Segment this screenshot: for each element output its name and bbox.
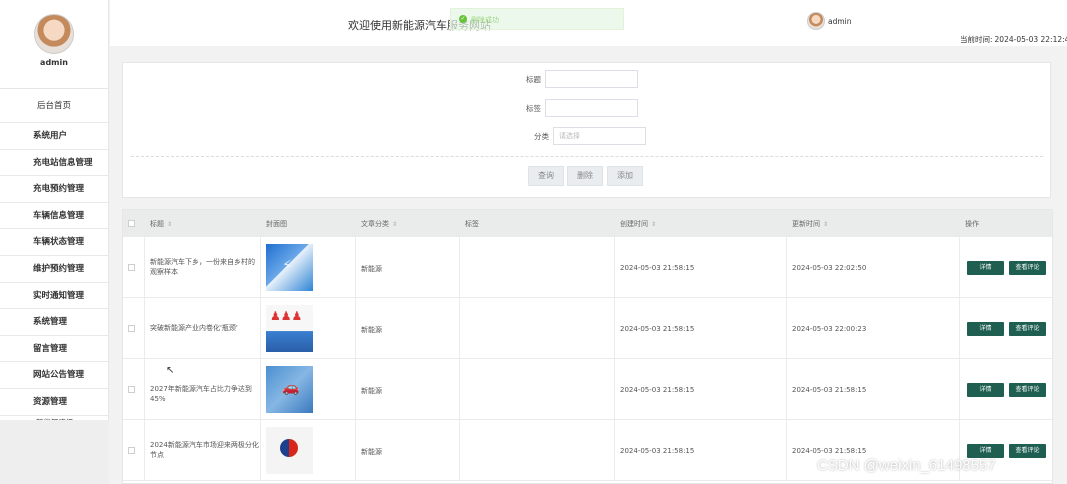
row-title: 新能源汽车下乡，一份来自乡村的观察样本 [150, 258, 255, 276]
profile-username: admin [40, 58, 68, 67]
cover-image: ⚡ [266, 244, 313, 291]
column-category[interactable]: 文章分类 ⇕ [361, 219, 397, 229]
header-username[interactable]: admin [828, 17, 852, 26]
sidebar-item-announcements[interactable]: 网站公告管理 [0, 362, 108, 389]
car-charging-icon: ⚡ [282, 258, 292, 274]
sidebar-item-system-admin[interactable]: 系统管理 [0, 309, 108, 336]
row-created: 2024-05-03 21:58:15 [620, 325, 695, 333]
sidebar-item-maintenance[interactable]: 维护预约管理 [0, 256, 108, 283]
category-select[interactable] [553, 127, 646, 145]
sidebar-item-system-users[interactable]: 系统用户 [0, 123, 108, 150]
category-label: 分类 [534, 132, 549, 141]
car-icon: 🚗 [282, 380, 300, 396]
table-row: 新能源汽车下乡，一份来自乡村的观察样本 ⚡ 新能源 2024-05-03 21:… [123, 237, 1052, 298]
sidebar-item-notifications[interactable]: 实时通知管理 [0, 283, 108, 310]
category-field-row: 分类 [534, 127, 646, 145]
row-category: 新能源 [361, 448, 382, 456]
query-button[interactable]: 查询 [528, 166, 564, 186]
tag-label: 标签 [526, 104, 541, 113]
detail-button[interactable]: 详情 [967, 322, 1004, 336]
column-updated[interactable]: 更新时间 ⇕ [792, 219, 828, 229]
table-row: 2027年新能源汽车占比力争达到45% 🚗 新能源 2024-05-03 21:… [123, 359, 1052, 420]
row-created: 2024-05-03 21:58:15 [620, 264, 695, 272]
sidebar-item-charging-booking[interactable]: 充电预约管理 [0, 176, 108, 203]
detail-button[interactable]: 详情 [967, 261, 1004, 275]
people-icon: ♟♟♟ [270, 309, 303, 323]
row-updated: 2024-05-03 21:58:15 [792, 386, 867, 394]
avatar[interactable] [34, 14, 74, 54]
select-all-checkbox[interactable] [128, 220, 135, 227]
current-time: 当前时间: 2024-05-03 22:12:43 [960, 34, 1067, 45]
toast-message: 删除成功 [471, 16, 499, 24]
column-cover: 封面图 [266, 220, 287, 228]
check-circle-icon: ✓ [459, 15, 467, 23]
row-category: 新能源 [361, 265, 382, 273]
view-comments-button[interactable]: 查看评论 [1009, 322, 1046, 336]
view-comments-button[interactable]: 查看评论 [1009, 261, 1046, 275]
row-updated: 2024-05-03 22:00:23 [792, 325, 867, 333]
cover-image: 🚗 [266, 366, 313, 413]
column-category-label: 文章分类 [361, 220, 389, 228]
sidebar-profile: admin [0, 14, 108, 89]
row-checkbox[interactable] [128, 264, 135, 271]
column-title[interactable]: 标题 ⇕ [150, 219, 172, 229]
column-tag: 标签 [465, 220, 479, 228]
row-checkbox[interactable] [128, 386, 135, 393]
row-created: 2024-05-03 21:58:15 [620, 447, 695, 455]
view-comments-button[interactable]: 查看评论 [1009, 444, 1046, 458]
success-toast: ✓ 删除成功 [450, 8, 624, 30]
detail-button[interactable]: 详情 [967, 383, 1004, 397]
watermark: CSDN @weixin_61498557 [817, 457, 996, 474]
sidebar-item-charging-station[interactable]: 充电站信息管理 [0, 150, 108, 177]
row-updated: 2024-05-03 22:02:50 [792, 264, 867, 272]
add-button[interactable]: 添加 [607, 166, 643, 186]
column-updated-label: 更新时间 [792, 220, 820, 228]
sidebar-fill [0, 420, 109, 484]
view-comments-button[interactable]: 查看评论 [1009, 383, 1046, 397]
table-row: 突破新能源产业内卷化'瓶颈' ♟♟♟ 新能源 2024-05-03 21:58:… [123, 298, 1052, 359]
detail-button[interactable]: 详情 [967, 444, 1004, 458]
sidebar: admin 后台首页 系统用户 充电站信息管理 充电预约管理 车辆信息管理 车辆… [0, 0, 109, 484]
sidebar-item-messages[interactable]: 留言管理 [0, 336, 108, 363]
sort-caret-icon[interactable]: ⇕ [392, 221, 397, 228]
row-category: 新能源 [361, 387, 382, 395]
row-checkbox[interactable] [128, 325, 135, 332]
delete-button[interactable]: 删除 [567, 166, 603, 186]
column-created[interactable]: 创建时间 ⇕ [620, 219, 656, 229]
divider [131, 156, 1043, 157]
row-category: 新能源 [361, 326, 382, 334]
sort-caret-icon[interactable]: ⇕ [823, 221, 828, 228]
column-title-label: 标题 [150, 220, 164, 228]
row-title: 突破新能源产业内卷化'瓶颈' [150, 324, 238, 332]
row-title: 2024新能源汽车市场迎来两极分化节点 [150, 441, 259, 459]
title-input[interactable] [545, 70, 638, 88]
tag-input[interactable] [545, 99, 638, 117]
header-avatar[interactable] [807, 12, 825, 30]
sort-caret-icon[interactable]: ⇕ [167, 221, 172, 228]
row-checkbox[interactable] [128, 447, 135, 454]
column-actions: 操作 [965, 220, 979, 228]
sidebar-item-vehicle-info[interactable]: 车辆信息管理 [0, 203, 108, 230]
title-field-row: 标题 [526, 70, 638, 88]
brand-logo-icon [280, 439, 298, 457]
row-updated: 2024-05-03 21:58:15 [792, 447, 867, 455]
column-created-label: 创建时间 [620, 220, 648, 228]
row-title: 2027年新能源汽车占比力争达到45% [150, 385, 252, 403]
header: 欢迎使用新能源汽车服务网站 ✓ 删除成功 admin 当前时间: 2024-05-… [110, 0, 1067, 46]
data-table: 标题 ⇕ 封面图 文章分类 ⇕ 标签 创建时间 ⇕ 更新时间 ⇕ 操作 新能源汽车下乡，… [122, 209, 1053, 484]
sidebar-item-home[interactable]: 后台首页 [0, 89, 108, 123]
tag-field-row: 标签 [526, 99, 638, 117]
cover-image [266, 427, 313, 474]
mouse-pointer-icon: ↖ [166, 365, 175, 376]
title-label: 标题 [526, 75, 541, 84]
current-time-value: 2024-05-03 22:12:43 [994, 35, 1067, 44]
row-created: 2024-05-03 21:58:15 [620, 386, 695, 394]
search-panel: 标题 标签 分类 查询 删除 添加 [122, 62, 1051, 198]
current-time-label: 当前时间: [960, 35, 993, 44]
table-header: 标题 ⇕ 封面图 文章分类 ⇕ 标签 创建时间 ⇕ 更新时间 ⇕ 操作 [123, 210, 1052, 237]
cover-image: ♟♟♟ [266, 305, 313, 352]
sidebar-item-resources[interactable]: 资源管理 [0, 389, 108, 416]
sort-caret-icon[interactable]: ⇕ [651, 221, 656, 228]
sidebar-item-vehicle-status[interactable]: 车辆状态管理 [0, 229, 108, 256]
